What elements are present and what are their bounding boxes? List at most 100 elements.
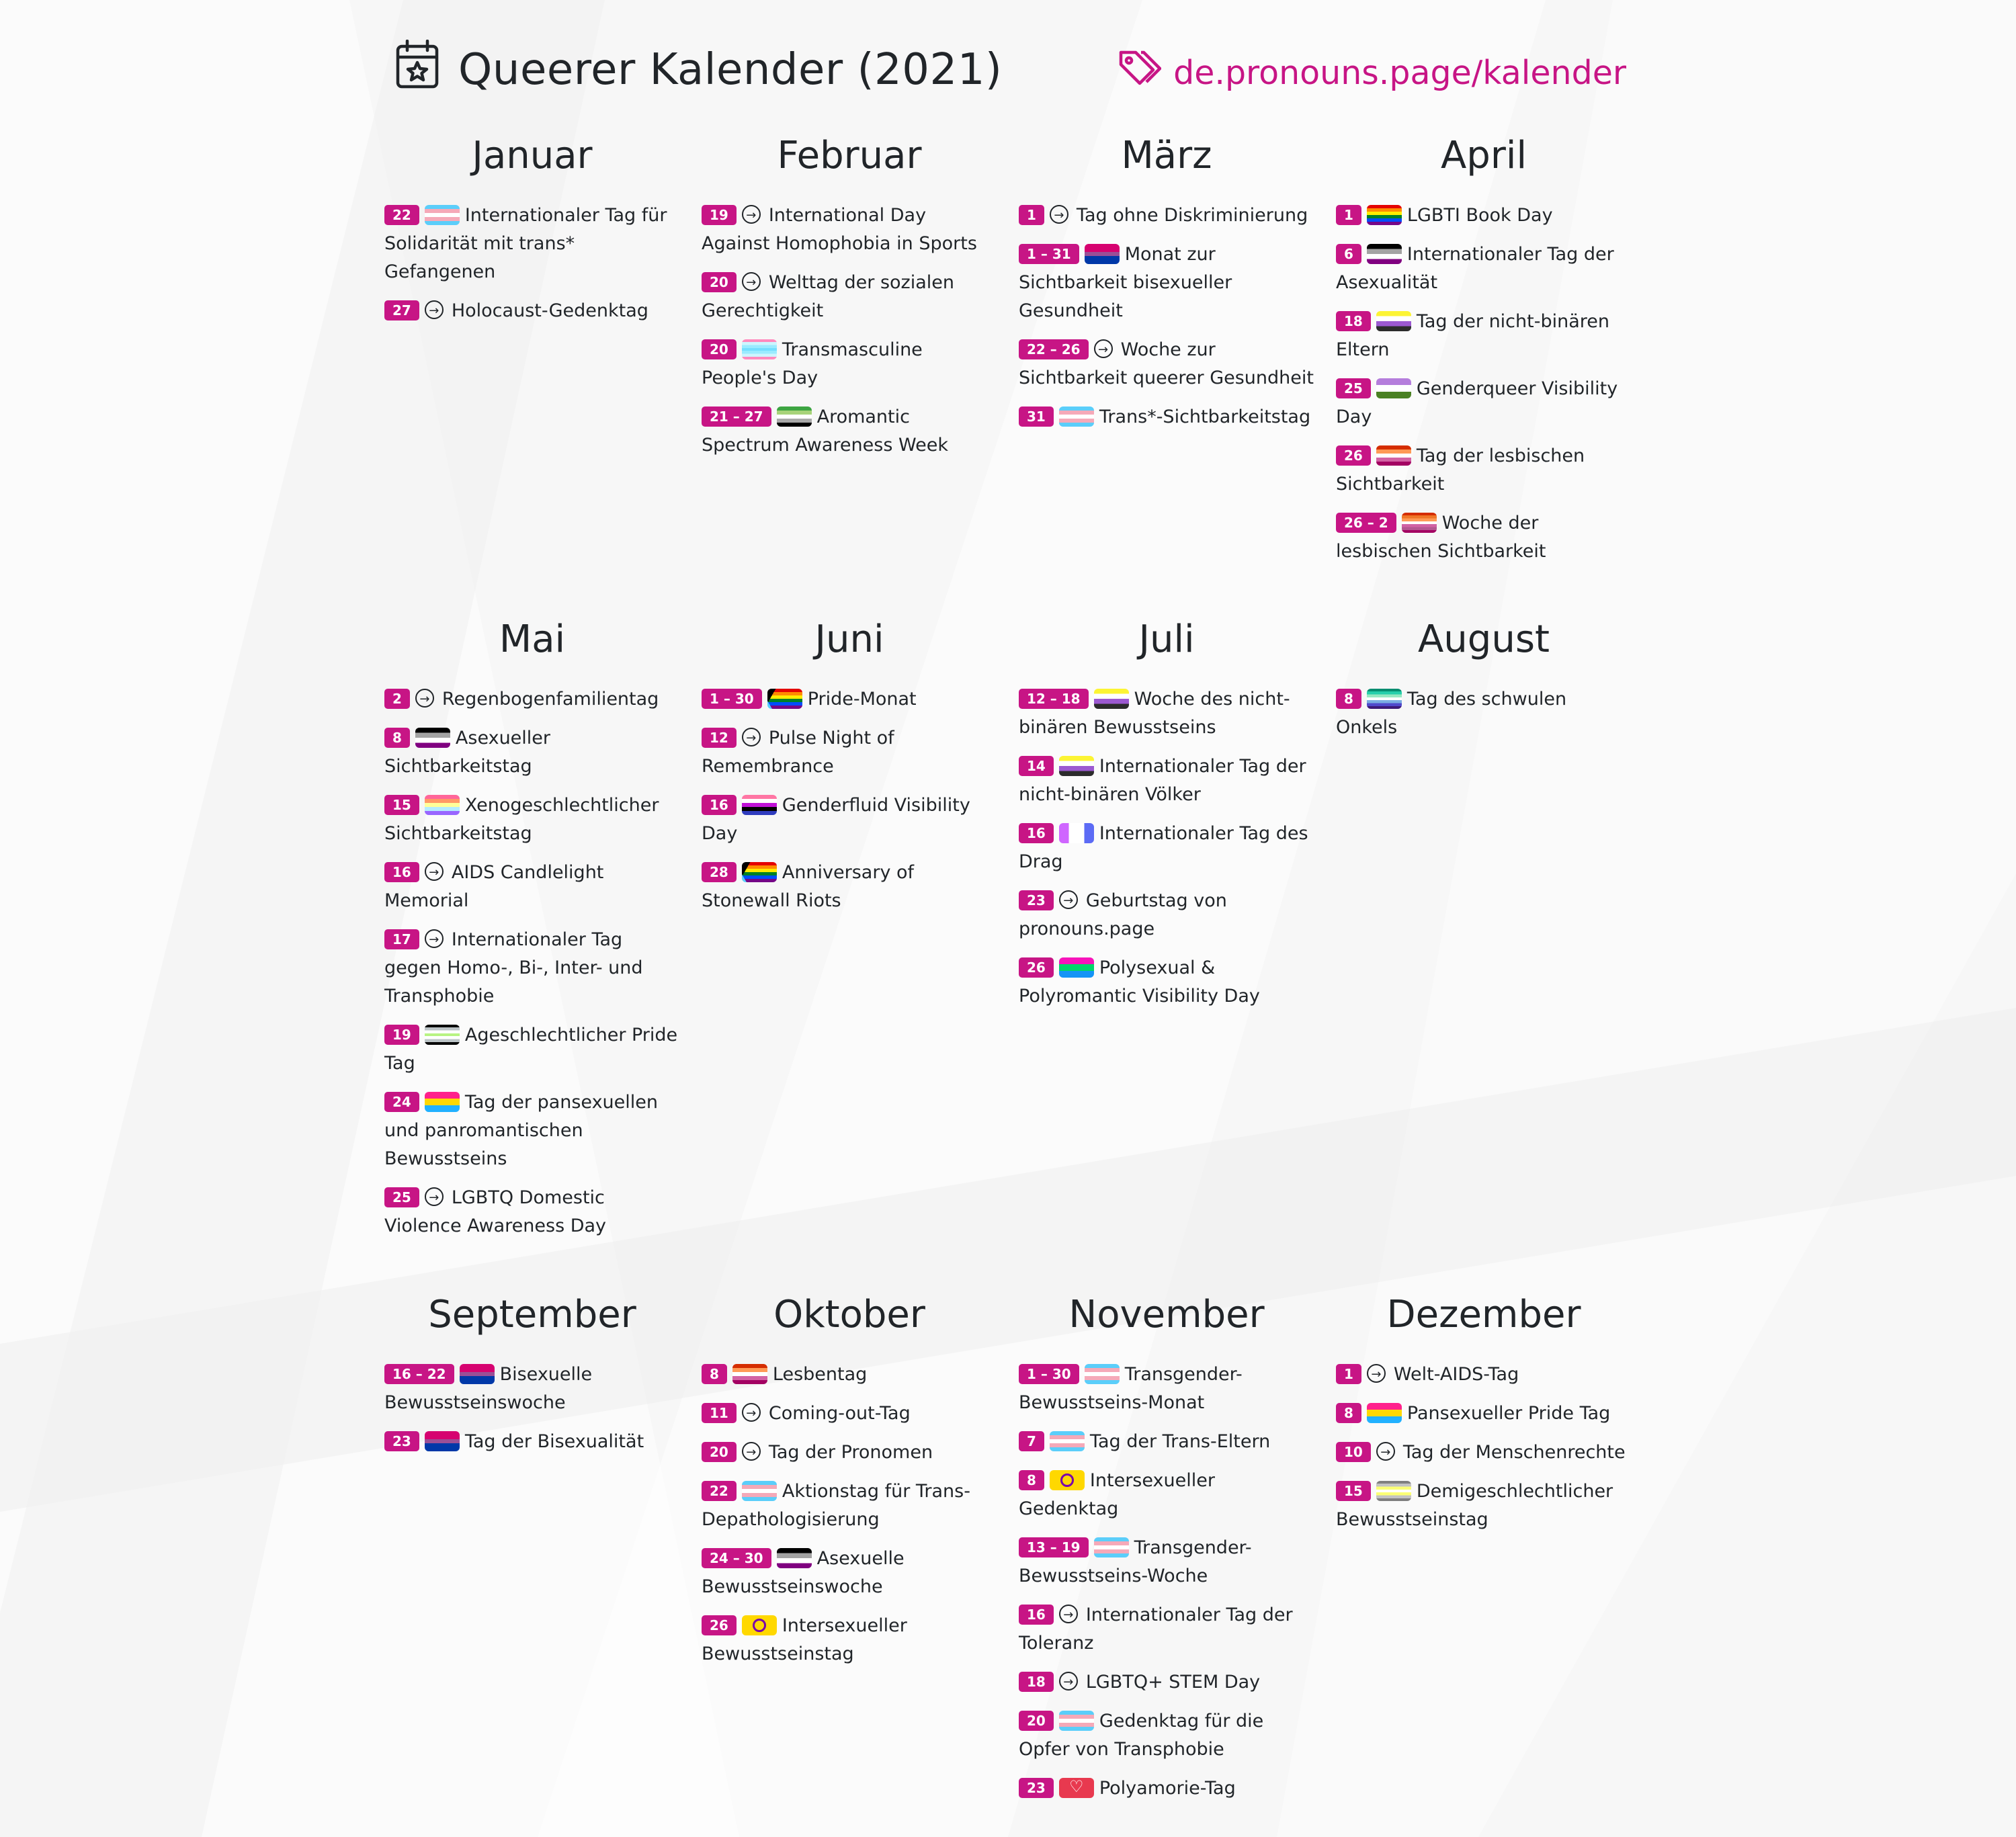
event-item[interactable]: 25 Genderqueer Visibility Day (1336, 375, 1632, 431)
gay-flag-icon (1366, 688, 1402, 709)
event-item[interactable]: 24 Tag der pansexuellen und panromantisch… (384, 1088, 680, 1173)
event-item[interactable]: 8 Lesbentag (702, 1361, 997, 1389)
month-name: August (1418, 617, 1550, 661)
event-item[interactable]: 31 Trans*-Sichtbarkeitstag (1019, 403, 1314, 431)
event-item[interactable]: 20 Transmasculine People's Day (702, 336, 997, 392)
event-item[interactable]: 25 → LGBTQ Domestic Violence Awareness Day (384, 1184, 680, 1240)
event-item[interactable]: 19 Ageschlechtlicher Pride Tag (384, 1021, 680, 1078)
event-item[interactable]: 26 Intersexueller Bewusstseinstag (702, 1612, 997, 1668)
event-item[interactable]: 15 Xenogeschlechtlicher Sichtbarkeitstag (384, 792, 680, 848)
event-item[interactable]: 8 Pansexueller Pride Tag (1336, 1400, 1632, 1428)
event-label: Trans*-Sichtbarkeitstag (1099, 407, 1311, 427)
event-item[interactable]: 1 – 30 Pride-Monat (702, 685, 997, 714)
event-item[interactable]: 1 – 31 Monat zur Sichtbarkeit bisexueller… (1019, 241, 1314, 325)
event-label: Tag der Menschenrechte (1402, 1442, 1626, 1463)
event-item[interactable]: 10 → Tag der Menschenrechte (1336, 1439, 1632, 1467)
event-item[interactable]: 18 Tag der nicht-binären Eltern (1336, 308, 1632, 364)
date-badge: 19 (384, 1024, 419, 1045)
event-item[interactable]: 26 Polysexual & Polyromantic Visibility D… (1019, 954, 1314, 1011)
event-label: LGBTI Book Day (1406, 205, 1553, 226)
bi-flag-icon (1084, 243, 1120, 264)
event-item[interactable]: 26 – 2 Woche der lesbischen Sichtbarkeit (1336, 509, 1632, 566)
progress-flag-icon (741, 861, 777, 882)
event-item[interactable]: 8 Tag des schwulen Onkels (1336, 685, 1632, 742)
month-name: März (1121, 134, 1212, 177)
event-item[interactable]: 17 → Internationaler Tag gegen Homo-, Bi-,… (384, 926, 680, 1011)
event-item[interactable]: 12 → Pulse Night of Remembrance (702, 724, 997, 781)
trans-flag-icon (424, 204, 460, 225)
event-item[interactable]: 16 → AIDS Candlelight Memorial (384, 859, 680, 915)
event-item[interactable]: 22 Internationaler Tag für Solidarität mi… (384, 202, 680, 286)
arrow-circle-right-icon: → (1058, 890, 1078, 909)
event-item[interactable]: 23 → Geburtstag von pronouns.page (1019, 887, 1314, 943)
event-item[interactable]: 14 Internationaler Tag der nicht-binären … (1019, 753, 1314, 809)
event-item[interactable]: 24 – 30 Asexuelle Bewusstseinswoche (702, 1545, 997, 1601)
date-badge: 22 (702, 1480, 737, 1501)
event-item[interactable]: 20 → Welttag der sozialen Gerechtigkeit (702, 269, 997, 325)
event-item[interactable]: 2 → Regenbogenfamilientag (384, 685, 680, 714)
event-item[interactable]: 22 – 26 → Woche zur Sichtbarkeit queerer G… (1019, 336, 1314, 392)
date-badge: 8 (702, 1363, 727, 1384)
intersex-flag-icon (741, 1615, 777, 1635)
date-badge: 16 (1019, 1604, 1054, 1625)
date-badge: 22 – 26 (1019, 339, 1089, 359)
event-item[interactable]: 21 – 27 Aromantic Spectrum Awareness Week (702, 403, 997, 460)
event-item[interactable]: 20 Gedenktag für die Opfer von Transphobi… (1019, 1707, 1314, 1764)
arrow-circle-right-icon: → (1093, 339, 1113, 358)
arrow-circle-right-icon: → (424, 1187, 444, 1206)
arrow-circle-right-icon: → (741, 204, 761, 224)
date-badge: 8 (1336, 688, 1361, 709)
event-item[interactable]: 16 – 22 Bisexuelle Bewusstseinswoche (384, 1361, 680, 1417)
event-label: Internationaler Tag gegen Homo-, Bi-, In… (384, 929, 643, 1007)
event-item[interactable]: 23 Tag der Bisexualität (384, 1428, 680, 1456)
event-item[interactable]: 16 Internationaler Tag des Drag (1019, 820, 1314, 876)
month-name: Mai (499, 617, 566, 661)
date-badge: 26 (702, 1615, 737, 1635)
xeno-flag-icon (424, 794, 460, 815)
event-item[interactable]: 7 Tag der Trans-Eltern (1019, 1428, 1314, 1456)
trans-flag-icon (1058, 406, 1094, 427)
event-item[interactable]: 28 Anniversary of Stonewall Riots (702, 859, 997, 915)
date-badge: 16 (702, 794, 737, 815)
date-badge: 12 (702, 727, 737, 748)
agender-flag-icon (424, 1024, 460, 1045)
event-item[interactable]: 8 Asexueller Sichtbarkeitstag (384, 724, 680, 781)
calendar-link[interactable]: de.pronouns.page/kalender (1117, 47, 1626, 98)
event-item[interactable]: 26 Tag der lesbischen Sichtbarkeit (1336, 442, 1632, 499)
event-label: Gedenktag für die Opfer von Transphobie (1019, 1711, 1264, 1760)
event-item[interactable]: 1 – 30 Transgender-Bewusstseins-Monat (1019, 1361, 1314, 1417)
event-item[interactable]: 12 – 18 Woche des nicht-binären Bewusstse… (1019, 685, 1314, 742)
event-item[interactable]: 22 Aktionstag für Trans-Depathologisierun… (702, 1478, 997, 1534)
month-name: Januar (472, 134, 593, 177)
event-item[interactable]: 11 → Coming-out-Tag (702, 1400, 997, 1428)
event-item[interactable]: 1 → Tag ohne Diskriminierung (1019, 202, 1314, 230)
lesbian-flag-icon (1376, 445, 1411, 466)
date-badge: 18 (1336, 310, 1371, 331)
event-item[interactable]: 13 – 19 Transgender-Bewusstseins-Woche (1019, 1534, 1314, 1590)
event-item[interactable]: 16 → Internationaler Tag der Toleranz (1019, 1601, 1314, 1658)
month-name: April (1441, 134, 1527, 177)
event-item[interactable]: 23 Polyamorie-Tag (1019, 1775, 1314, 1803)
event-item[interactable]: 1 LGBTI Book Day (1336, 202, 1632, 230)
event-label: Tag der Pronomen (768, 1442, 933, 1463)
date-badge: 1 (1336, 204, 1361, 225)
date-badge: 8 (384, 727, 410, 748)
event-item[interactable]: 16 Genderfluid Visibility Day (702, 792, 997, 848)
event-label: Polyamorie-Tag (1099, 1778, 1236, 1799)
date-badge: 17 (384, 929, 419, 949)
event-item[interactable]: 15 Demigeschlechtlicher Bewusstseinstag (1336, 1478, 1632, 1534)
progress-flag-icon (767, 688, 802, 709)
event-item[interactable]: 6 Internationaler Tag der Asexualität (1336, 241, 1632, 297)
date-badge: 24 – 30 (702, 1547, 771, 1568)
calendar-link-text: de.pronouns.page/kalender (1173, 53, 1626, 92)
month-name: November (1068, 1293, 1265, 1336)
arrow-circle-right-icon: → (741, 271, 761, 291)
month-name: Oktober (773, 1293, 925, 1336)
date-badge: 27 (384, 300, 419, 321)
event-item[interactable]: 1 → Welt-AIDS-Tag (1336, 1361, 1632, 1389)
event-item[interactable]: 8 Intersexueller Gedenktag (1019, 1467, 1314, 1523)
event-item[interactable]: 20 → Tag der Pronomen (702, 1439, 997, 1467)
event-item[interactable]: 27 → Holocaust-Gedenktag (384, 297, 680, 325)
event-item[interactable]: 19 → International Day Against Homophobia … (702, 202, 997, 258)
event-item[interactable]: 18 → LGBTQ+ STEM Day (1019, 1668, 1314, 1697)
